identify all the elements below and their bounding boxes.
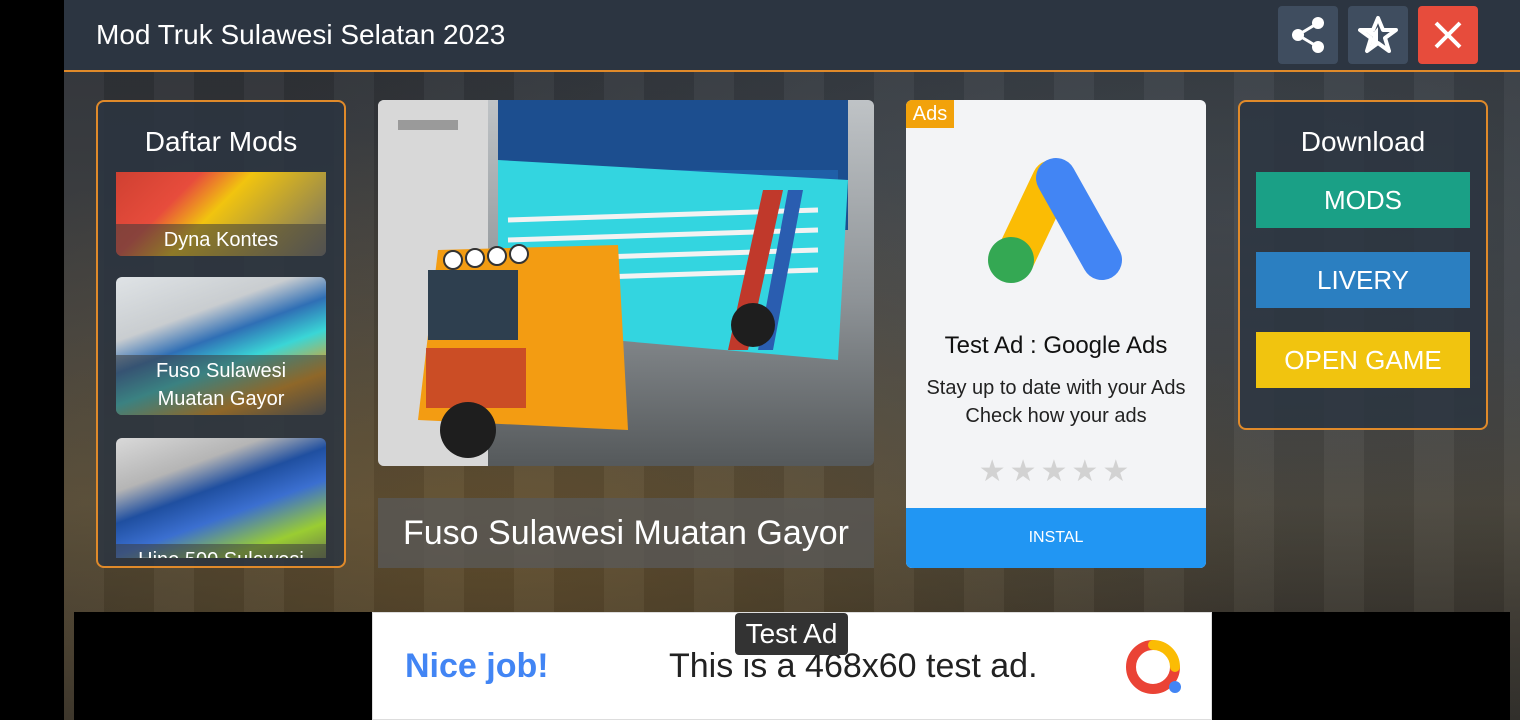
top-bar: Mod Truk Sulawesi Selatan 2023 bbox=[64, 0, 1520, 72]
admob-logo-icon bbox=[1126, 640, 1181, 694]
truck-illustration bbox=[378, 100, 848, 466]
mod-preview-caption: Fuso Sulawesi Muatan Gayor bbox=[378, 498, 874, 568]
mod-item-label: Dyna Kontes bbox=[116, 224, 326, 256]
mod-item-label: Fuso Sulawesi Muatan Gayor bbox=[116, 355, 326, 415]
mod-thumbnail bbox=[116, 438, 326, 558]
native-ad-card[interactable]: Ads Test Ad : Google Ads Stay up to date… bbox=[906, 100, 1206, 568]
mods-download-button[interactable]: MODS bbox=[1256, 172, 1470, 228]
ad-body: Stay up to date with your Ads Check how … bbox=[926, 377, 1186, 427]
mods-list[interactable]: Dyna Kontes Fuso Sulawesi Muatan Gayor H… bbox=[116, 172, 328, 558]
close-button[interactable] bbox=[1418, 6, 1478, 64]
mod-item-fuso-sulawesi[interactable]: Fuso Sulawesi Muatan Gayor bbox=[116, 277, 326, 415]
ad-install-button[interactable]: INSTAL bbox=[906, 508, 1206, 568]
mod-item-dyna-kontes[interactable]: Dyna Kontes bbox=[116, 172, 326, 256]
favorite-button[interactable] bbox=[1348, 6, 1408, 64]
ads-badge: Ads bbox=[906, 100, 954, 128]
banner-ad-text: This is a 468x60 test ad. bbox=[669, 647, 1038, 685]
app-title: Mod Truk Sulawesi Selatan 2023 bbox=[96, 19, 506, 50]
close-icon bbox=[1434, 21, 1462, 49]
ad-rating-stars: ★★★★★ bbox=[978, 455, 1134, 488]
download-title: Download bbox=[1300, 126, 1426, 157]
download-panel: Download MODS LIVERY OPEN GAME bbox=[1238, 100, 1488, 430]
share-icon bbox=[1292, 17, 1324, 53]
mods-list-title: Daftar Mods bbox=[144, 126, 298, 157]
ad-headline: Test Ad : Google Ads bbox=[944, 332, 1168, 359]
mod-item-label: Hino 500 Sulawesi bbox=[116, 544, 326, 558]
google-ads-logo-icon bbox=[988, 158, 1122, 283]
mod-preview-image bbox=[378, 100, 874, 466]
mods-list-panel: Daftar Mods Dyna Kontes Fuso Sulawesi Mu… bbox=[96, 100, 346, 568]
star-icon bbox=[1358, 16, 1398, 53]
mod-item-hino-500[interactable]: Hino 500 Sulawesi bbox=[116, 438, 326, 558]
livery-download-button[interactable]: LIVERY bbox=[1256, 252, 1470, 308]
banner-nice-text: Nice job! bbox=[405, 647, 549, 685]
share-button[interactable] bbox=[1278, 6, 1338, 64]
test-ad-tag: Test Ad bbox=[735, 613, 848, 655]
open-game-button[interactable]: OPEN GAME bbox=[1256, 332, 1470, 388]
